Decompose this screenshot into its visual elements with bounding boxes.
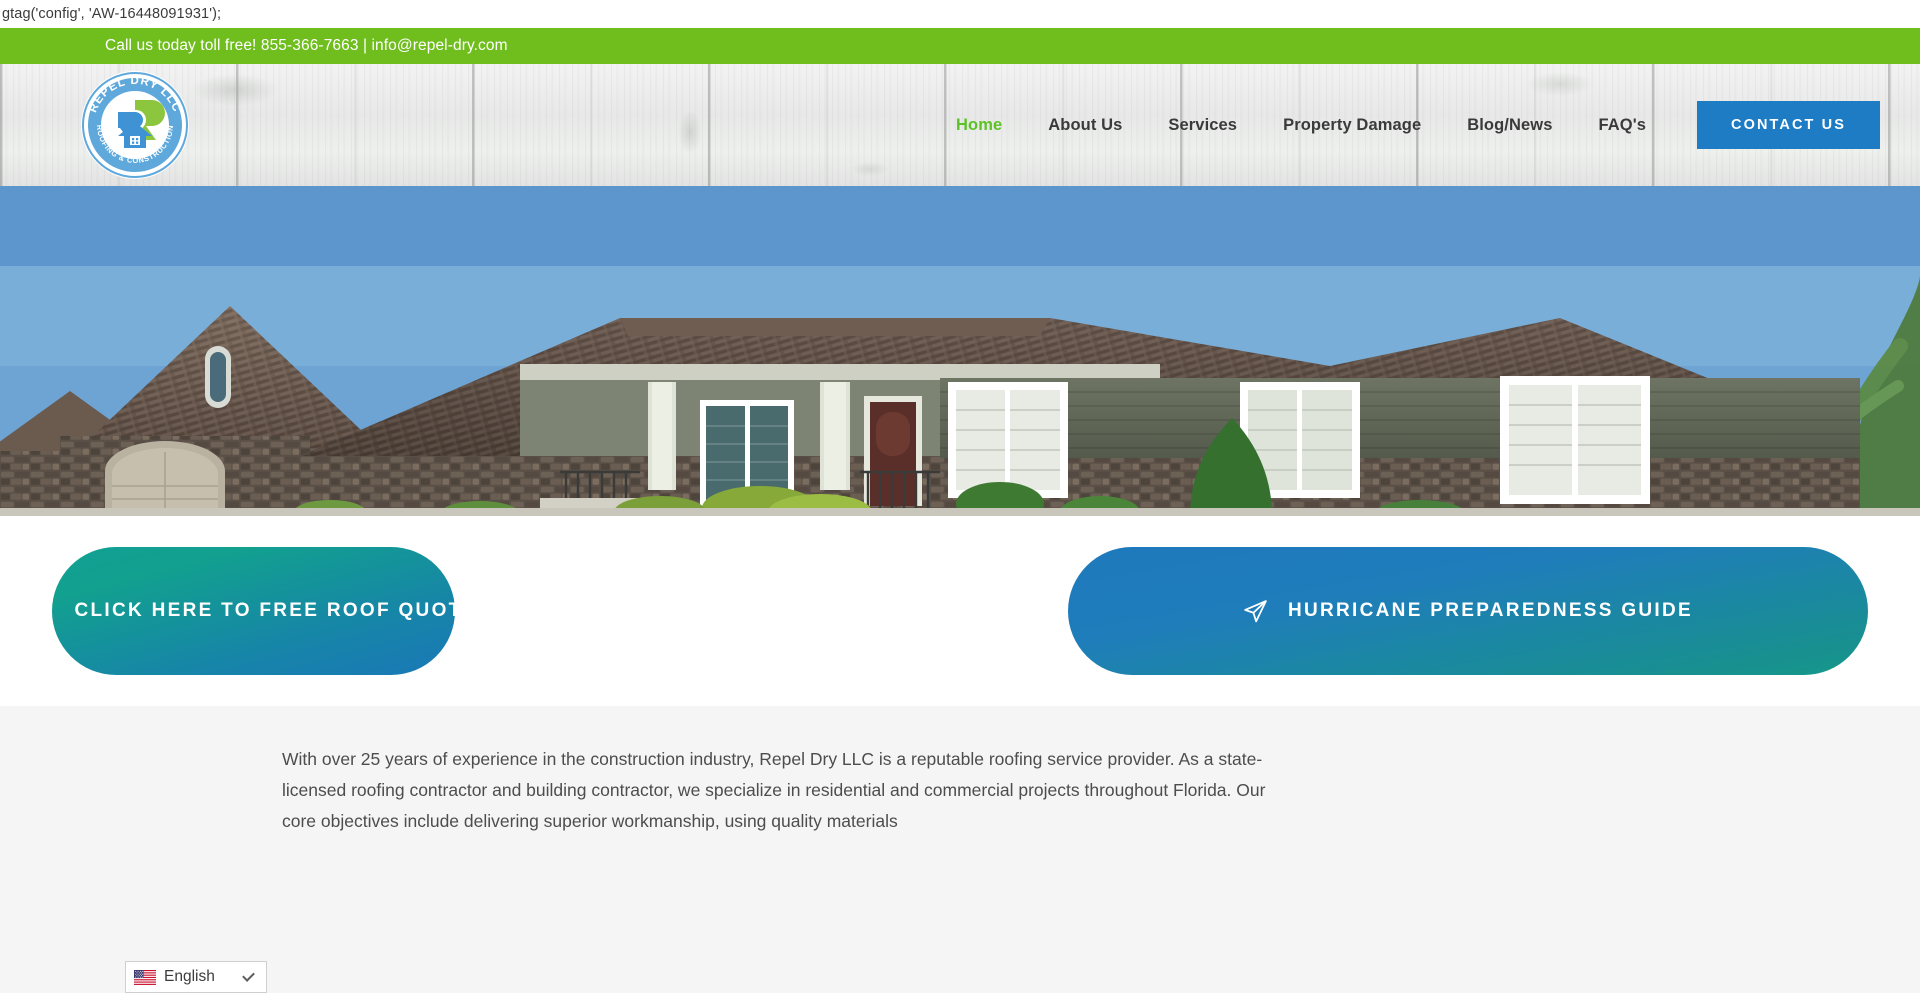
free-roof-quote-button[interactable]: CLICK HERE TO FREE ROOF QUOTE (30, 547, 475, 675)
nav-item-faqs[interactable]: FAQ's (1575, 64, 1669, 186)
hurricane-preparedness-guide-button[interactable]: HURRICANE PREPAREDNESS GUIDE (1068, 547, 1868, 675)
house-photo-illustration (0, 186, 1920, 516)
top-contact-text[interactable]: Call us today toll free! 855-366-7663 | … (105, 37, 508, 55)
language-selected-label: English (164, 968, 215, 985)
contact-us-button[interactable]: CONTACT US (1697, 101, 1880, 149)
nav-item-property-damage[interactable]: Property Damage (1260, 64, 1444, 186)
us-flag-icon (134, 969, 156, 985)
paper-plane-icon (1243, 599, 1268, 624)
nav-item-services[interactable]: Services (1145, 64, 1260, 186)
hero-image (0, 186, 1920, 516)
cta-button-band: CLICK HERE TO FREE ROOF QUOTE HURRICANE … (0, 516, 1920, 706)
gtag-script-text: gtag('config', 'AW-16448091931'); (0, 0, 1920, 28)
free-roof-quote-label: CLICK HERE TO FREE ROOF QUOTE (74, 600, 478, 621)
nav-item-about-us[interactable]: About Us (1025, 64, 1145, 186)
language-selector[interactable]: English (125, 961, 267, 993)
site-header: REPEL DRY LLC ROOFING & CONSTRUCTION Hom… (0, 64, 1920, 186)
paper-plane-icon (29, 599, 54, 624)
chevron-down-icon (242, 969, 255, 982)
hurricane-guide-label: HURRICANE PREPAREDNESS GUIDE (1287, 600, 1694, 621)
nav-item-home[interactable]: Home (933, 64, 1025, 186)
top-contact-bar: Call us today toll free! 855-366-7663 | … (0, 28, 1920, 64)
repel-dry-logo-icon: REPEL DRY LLC ROOFING & CONSTRUCTION (81, 71, 189, 179)
gtag-script-value: gtag('config', 'AW-16448091931'); (2, 6, 222, 22)
intro-section: With over 25 years of experience in the … (0, 706, 1920, 993)
nav-item-blog-news[interactable]: Blog/News (1444, 64, 1575, 186)
intro-paragraph: With over 25 years of experience in the … (282, 749, 1266, 831)
main-navigation: Home About Us Services Property Damage B… (933, 64, 1880, 186)
site-logo[interactable]: REPEL DRY LLC ROOFING & CONSTRUCTION (80, 70, 190, 180)
